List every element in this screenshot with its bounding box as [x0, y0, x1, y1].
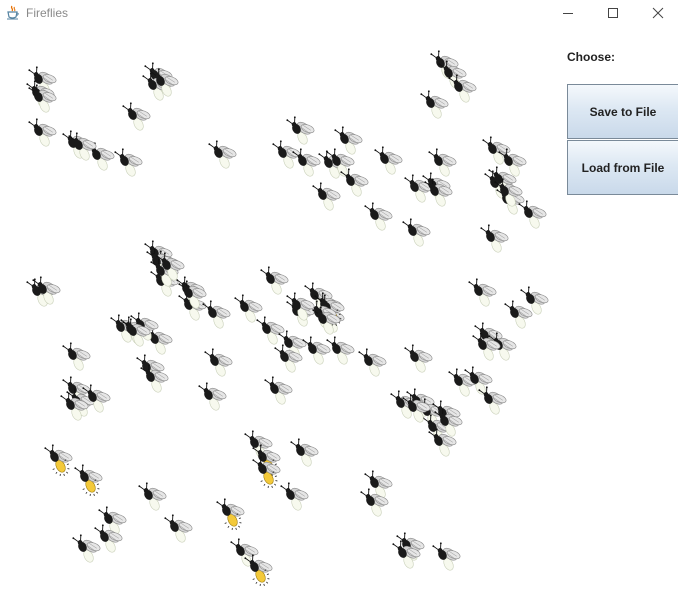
maximize-button[interactable]: [590, 0, 636, 26]
firefly-icon: [164, 514, 193, 543]
close-button[interactable]: [635, 0, 678, 26]
firefly-icon: [260, 266, 289, 295]
firefly-icon: [280, 482, 309, 511]
close-icon: [652, 7, 664, 19]
firefly-icon: [216, 498, 245, 531]
firefly-icon: [404, 344, 433, 373]
minimize-icon: [563, 13, 573, 14]
firefly-icon: [312, 182, 341, 211]
side-panel: Choose: Save to File Load from File: [560, 26, 678, 587]
load-from-file-button[interactable]: Load from File: [567, 140, 678, 195]
firefly-icon: [358, 348, 387, 377]
firefly-icon: [302, 336, 331, 365]
firefly-icon: [374, 146, 403, 175]
firefly-icon: [204, 348, 233, 377]
firefly-icon: [428, 148, 457, 177]
firefly-icon: [198, 382, 227, 411]
firefly-icon: [290, 438, 319, 467]
firefly-icon: [326, 336, 355, 365]
firefly-field: [26, 50, 549, 587]
firefly-icon: [202, 300, 231, 329]
firefly-icon: [62, 342, 91, 371]
java-cup-icon: [6, 5, 20, 20]
firefly-icon: [334, 126, 363, 155]
firefly-icon: [28, 118, 57, 147]
firefly-icon: [44, 444, 73, 477]
title-bar[interactable]: Fireflies: [0, 0, 678, 26]
firefly-icon: [208, 140, 237, 169]
window-title: Fireflies: [26, 6, 69, 20]
choose-label: Choose:: [567, 50, 615, 64]
firefly-canvas[interactable]: [0, 26, 560, 587]
firefly-icon: [292, 148, 321, 177]
firefly-icon: [122, 102, 151, 131]
maximize-icon: [608, 8, 618, 18]
firefly-icon: [178, 280, 207, 309]
firefly-icon: [480, 224, 509, 253]
firefly-icon: [138, 482, 167, 511]
app-window: Fireflies Choose: Save to File Load from…: [0, 0, 678, 587]
firefly-icon: [114, 148, 143, 177]
firefly-icon: [364, 202, 393, 231]
firefly-icon: [74, 464, 103, 497]
firefly-icon: [468, 278, 497, 307]
firefly-icon: [402, 218, 431, 247]
firefly-icon: [432, 542, 461, 571]
minimize-button[interactable]: [545, 0, 591, 26]
firefly-icon: [234, 294, 263, 323]
firefly-icon: [82, 384, 111, 413]
firefly-icon: [264, 376, 293, 405]
firefly-icon: [420, 90, 449, 119]
save-to-file-button[interactable]: Save to File: [567, 84, 678, 139]
firefly-icon: [286, 116, 315, 145]
